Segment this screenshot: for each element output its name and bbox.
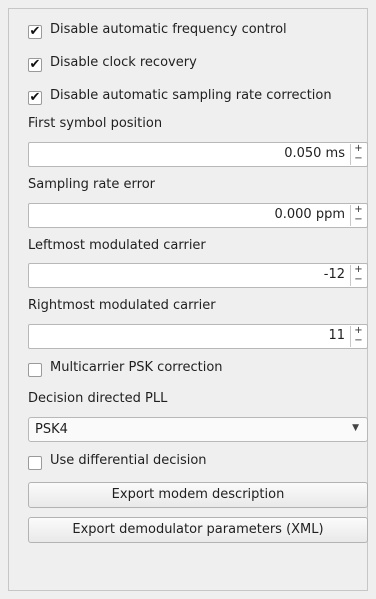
check-icon: ✔: [29, 90, 41, 105]
checkbox-label: Disable clock recovery: [50, 55, 197, 70]
decision-pll-label: Decision directed PLL: [28, 391, 168, 406]
disable-afc-checkbox[interactable]: ✔ Disable automatic frequency control: [20, 22, 368, 40]
spinbox-arrows[interactable]: + −: [350, 265, 366, 286]
checkbox-label: Multicarrier PSK correction: [50, 360, 223, 375]
differential-decision-checkbox[interactable]: Use differential decision: [20, 453, 368, 471]
dropdown-value: PSK4: [35, 422, 68, 437]
checkbox-label: Disable automatic sampling rate correcti…: [50, 88, 332, 103]
spinbox-value: 0.000 ppm: [274, 207, 345, 222]
sampling-rate-error-label: Sampling rate error: [28, 177, 155, 192]
leftmost-carrier-spinbox[interactable]: -12 + −: [28, 263, 368, 288]
check-icon: ✔: [29, 57, 41, 72]
checkbox-box[interactable]: [28, 456, 42, 470]
leftmost-carrier-label: Leftmost modulated carrier: [28, 238, 206, 253]
check-icon: ✔: [29, 24, 41, 39]
multicarrier-psk-checkbox[interactable]: Multicarrier PSK correction: [20, 360, 368, 378]
spinbox-value: -12: [323, 267, 345, 282]
checkbox-label: Disable automatic frequency control: [50, 22, 287, 37]
checkbox-label: Use differential decision: [50, 453, 207, 468]
spinbox-arrows[interactable]: + −: [350, 144, 366, 165]
disable-sampling-correction-checkbox[interactable]: ✔ Disable automatic sampling rate correc…: [20, 88, 368, 106]
disable-clock-recovery-checkbox[interactable]: ✔ Disable clock recovery: [20, 55, 368, 73]
decision-pll-dropdown[interactable]: PSK4 ▼: [28, 417, 368, 442]
spinbox-arrows[interactable]: + −: [350, 326, 366, 347]
checkbox-box[interactable]: ✔: [28, 91, 42, 105]
decrement-icon[interactable]: −: [351, 215, 366, 225]
first-symbol-position-spinbox[interactable]: 0.050 ms + −: [28, 142, 368, 167]
sampling-rate-error-spinbox[interactable]: 0.000 ppm + −: [28, 203, 368, 228]
chevron-down-icon[interactable]: ▼: [352, 423, 359, 433]
first-symbol-position-label: First symbol position: [28, 116, 163, 131]
export-demodulator-params-button[interactable]: Export demodulator parameters (XML): [28, 517, 368, 543]
spinbox-value: 11: [328, 328, 345, 343]
spinbox-arrows[interactable]: + −: [350, 205, 366, 226]
decrement-icon[interactable]: −: [351, 154, 366, 164]
export-modem-button[interactable]: Export modem description: [28, 482, 368, 508]
rightmost-carrier-label: Rightmost modulated carrier: [28, 298, 216, 313]
checkbox-box[interactable]: ✔: [28, 25, 42, 39]
rightmost-carrier-spinbox[interactable]: 11 + −: [28, 324, 368, 349]
decrement-icon[interactable]: −: [351, 275, 366, 285]
decrement-icon[interactable]: −: [351, 336, 366, 346]
spinbox-value: 0.050 ms: [284, 146, 345, 161]
checkbox-box[interactable]: [28, 363, 42, 377]
checkbox-box[interactable]: ✔: [28, 58, 42, 72]
